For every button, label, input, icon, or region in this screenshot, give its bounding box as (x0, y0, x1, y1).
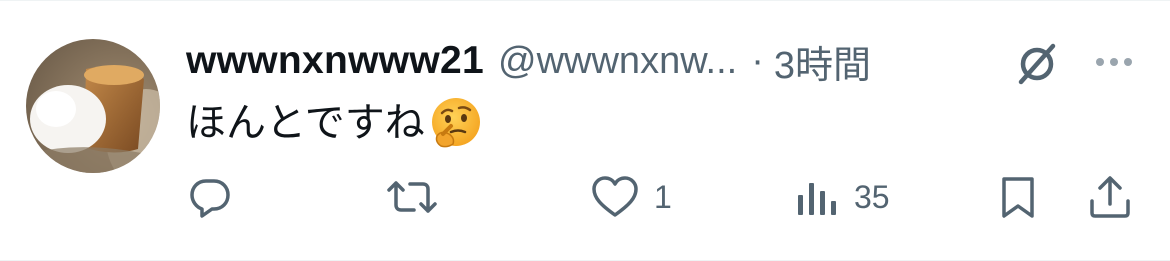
grok-icon[interactable] (1013, 40, 1061, 88)
views-icon (794, 173, 840, 221)
share-icon (1086, 173, 1134, 221)
post-text: ほんとですね (186, 95, 483, 151)
views-count: 35 (854, 178, 890, 215)
user-handle[interactable]: @wwwnxnw... (498, 40, 737, 83)
reply-button[interactable] (186, 173, 234, 221)
post-card[interactable]: wwwnxnwww21 @wwwnxnw... · 3時間 ほんとですね 1 3… (0, 0, 1170, 261)
post-body: ほんとですね (186, 101, 425, 145)
reply-icon (186, 173, 234, 221)
more-dots-icon[interactable] (1090, 50, 1138, 74)
separator-dot: · (751, 39, 764, 82)
thinking-face-emoji (429, 96, 483, 150)
heart-icon (590, 173, 640, 221)
bookmark-icon (996, 173, 1040, 221)
display-name[interactable]: wwwnxnwww21 (186, 39, 484, 83)
avatar[interactable] (26, 39, 160, 173)
repost-icon (386, 173, 438, 221)
share-button[interactable] (1086, 173, 1134, 221)
post-time[interactable]: 3時間 (774, 34, 871, 89)
views-button[interactable]: 35 (794, 173, 890, 221)
post-header: wwwnxnwww21 @wwwnxnw... · 3時間 (186, 33, 871, 89)
like-button[interactable]: 1 (590, 173, 672, 221)
repost-button[interactable] (386, 173, 438, 221)
like-count: 1 (654, 178, 672, 215)
bookmark-button[interactable] (996, 173, 1040, 221)
